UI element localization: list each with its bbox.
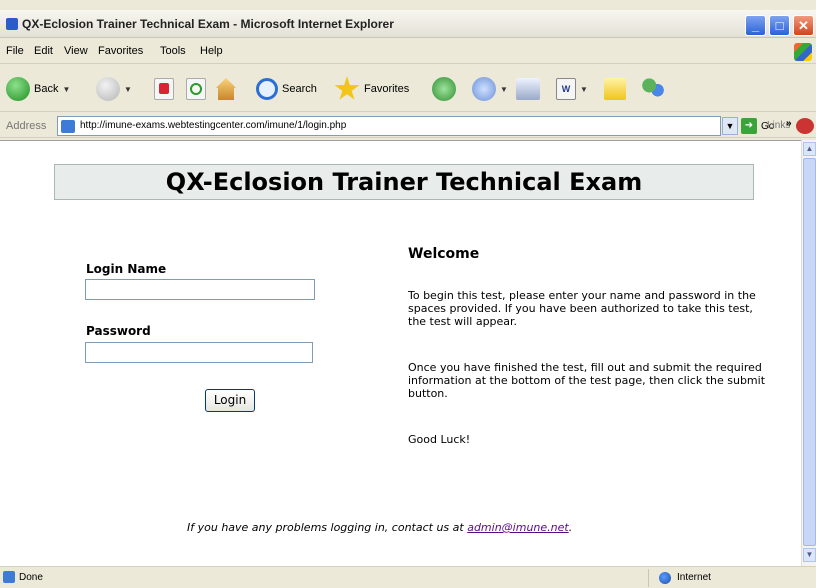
close-button[interactable]: ✕: [793, 15, 814, 36]
security-zone: Internet: [648, 569, 816, 587]
minimize-icon: _: [751, 18, 760, 33]
history-icon: [432, 77, 456, 101]
maximize-icon: □: [775, 18, 784, 33]
favorites-label: Favorites: [364, 83, 410, 95]
stop-icon: [154, 78, 174, 100]
forward-arrow-icon: [96, 77, 120, 101]
refresh-button[interactable]: [186, 73, 206, 105]
chevron-down-icon[interactable]: ▼: [500, 85, 508, 94]
go-arrow-icon: ➜: [741, 118, 757, 134]
search-label: Search: [282, 83, 317, 95]
favorites-button[interactable]: Favorites: [334, 73, 409, 105]
back-label: Back: [34, 83, 59, 95]
vertical-scrollbar[interactable]: ▲ ▼: [801, 140, 816, 566]
star-icon: [334, 76, 360, 100]
page-banner: QX-Eclosion Trainer Technical Exam: [54, 164, 754, 200]
toolbar: Back ▼ ▼ Search Favorites ▼ W ▼: [0, 66, 816, 112]
contact-footer: If you have any problems logging in, con…: [187, 521, 572, 534]
menu-favorites[interactable]: Favorites: [98, 45, 143, 57]
links-chevron-icon[interactable]: »: [786, 118, 792, 129]
address-dropdown-button[interactable]: ▼: [722, 117, 738, 135]
address-label: Address: [6, 120, 47, 132]
back-arrow-icon: [6, 77, 30, 101]
menu-tools[interactable]: Tools: [160, 45, 186, 57]
contact-email-link[interactable]: admin@imune.net: [467, 521, 569, 534]
minimize-button[interactable]: _: [745, 15, 766, 36]
status-bar: Done Internet: [0, 566, 816, 588]
scroll-up-button[interactable]: ▲: [803, 142, 816, 156]
browser-window: QX-Eclosion Trainer Technical Exam - Mic…: [0, 0, 816, 588]
chevron-down-icon: ▼: [805, 550, 814, 559]
globe-icon: [659, 572, 671, 584]
word-icon: W: [556, 78, 576, 100]
page-done-icon: [3, 571, 15, 583]
page-title: QX-Eclosion Trainer Technical Exam: [165, 168, 643, 196]
chevron-down-icon[interactable]: ▼: [62, 85, 70, 94]
discuss-button[interactable]: [604, 73, 626, 105]
page-viewport: QX-Eclosion Trainer Technical Exam Login…: [0, 140, 801, 566]
instructions-paragraph: To begin this test, please enter your na…: [408, 289, 756, 328]
zone-label: Internet: [677, 572, 711, 583]
stop-button[interactable]: [154, 73, 174, 105]
address-input[interactable]: http://imune-exams.webtestingcenter.com/…: [57, 116, 721, 136]
menu-view[interactable]: View: [64, 45, 88, 57]
address-url[interactable]: http://imune-exams.webtestingcenter.com/…: [80, 120, 346, 131]
chevron-up-icon: ▲: [805, 144, 814, 153]
menu-bar: File Edit View Favorites Tools Help: [0, 40, 816, 64]
messenger-button[interactable]: [642, 73, 666, 105]
mail-icon: [472, 77, 496, 101]
login-name-label: Login Name: [86, 262, 167, 276]
edit-button[interactable]: W ▼: [556, 73, 588, 105]
chevron-down-icon: ▼: [725, 121, 735, 131]
login-name-input[interactable]: [85, 279, 315, 300]
search-icon: [256, 78, 278, 100]
login-button[interactable]: Login: [205, 389, 255, 412]
forward-button[interactable]: ▼: [96, 73, 132, 105]
good-luck-text: Good Luck!: [408, 433, 471, 446]
address-bar: Address http://imune-exams.webtestingcen…: [0, 114, 816, 138]
scroll-thumb[interactable]: [803, 158, 816, 546]
back-button[interactable]: Back ▼: [6, 73, 70, 105]
page-icon: [61, 120, 75, 133]
menu-file[interactable]: File: [6, 45, 24, 57]
window-title: QX-Eclosion Trainer Technical Exam - Mic…: [22, 17, 394, 31]
menu-edit[interactable]: Edit: [34, 45, 53, 57]
scroll-down-button[interactable]: ▼: [803, 548, 816, 562]
menu-help[interactable]: Help: [200, 45, 223, 57]
home-button[interactable]: [216, 73, 236, 105]
title-bar: QX-Eclosion Trainer Technical Exam - Mic…: [0, 10, 816, 38]
chevron-down-icon[interactable]: ▼: [580, 85, 588, 94]
home-icon: [216, 78, 236, 100]
messenger-icon: [642, 77, 666, 101]
mail-button[interactable]: ▼: [472, 73, 508, 105]
chevron-down-icon[interactable]: ▼: [124, 85, 132, 94]
submit-instructions-paragraph: Once you have finished the test, fill ou…: [408, 361, 766, 400]
windows-logo-icon: [794, 43, 812, 61]
close-icon: ✕: [798, 18, 809, 33]
folder-icon: [604, 78, 626, 100]
contact-text: If you have any problems logging in, con…: [187, 521, 468, 534]
toolbar-extension-icon[interactable]: [796, 118, 814, 134]
maximize-button[interactable]: □: [769, 15, 790, 36]
ie-icon: [6, 18, 18, 30]
printer-icon: [516, 78, 540, 100]
welcome-heading: Welcome: [408, 246, 480, 262]
password-label: Password: [86, 324, 151, 338]
status-text: Done: [19, 572, 43, 583]
refresh-icon: [186, 78, 206, 100]
history-button[interactable]: [432, 73, 456, 105]
print-button[interactable]: [516, 73, 540, 105]
search-button[interactable]: Search: [256, 73, 317, 105]
contact-end: .: [568, 521, 573, 534]
password-input[interactable]: [85, 342, 313, 363]
